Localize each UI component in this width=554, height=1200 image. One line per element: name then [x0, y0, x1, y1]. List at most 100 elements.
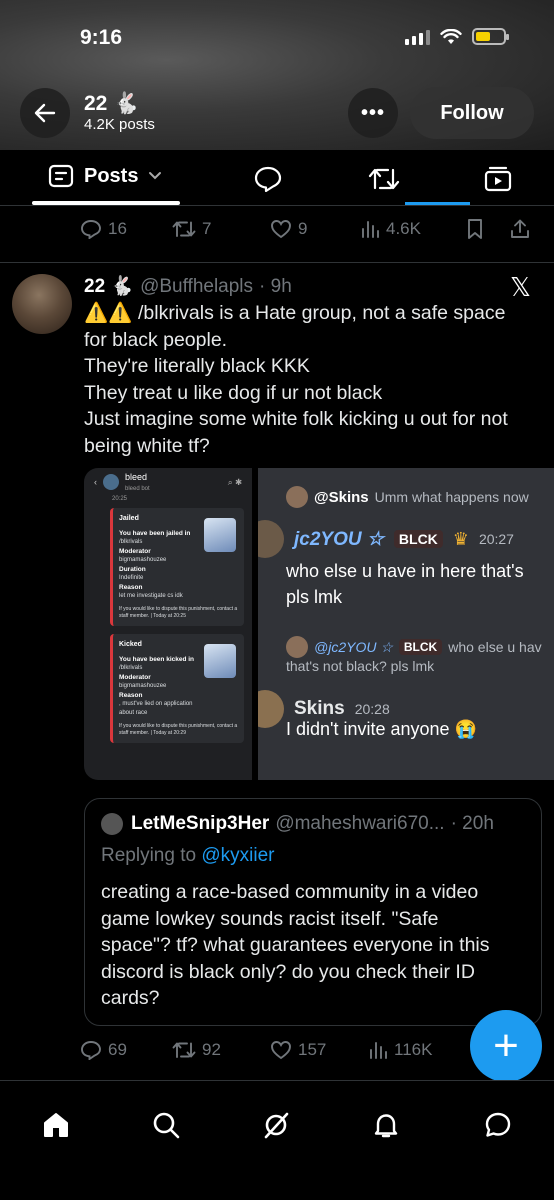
nav-messages[interactable] — [480, 1107, 516, 1143]
message-text: pls lmk — [286, 587, 343, 607]
nav-grok[interactable] — [258, 1107, 294, 1143]
nav-search[interactable] — [148, 1107, 184, 1143]
quoted-tweet[interactable]: LetMeSnip3Her @maheshwari670... · 20h Re… — [84, 798, 542, 1026]
repost-icon — [172, 1042, 196, 1058]
messages-icon — [485, 1112, 511, 1137]
more-options-button[interactable]: ••• — [348, 88, 398, 138]
heart-icon — [271, 1041, 291, 1060]
bot-name: bleed — [125, 472, 148, 482]
tab-media-icon[interactable] — [484, 166, 512, 192]
like-button[interactable]: 157 — [270, 1040, 368, 1060]
author-handle[interactable]: @Buffhelapls — [140, 276, 253, 298]
quote-replying-to: Replying to @kyxiier — [101, 845, 274, 867]
posts-filter-icon — [48, 164, 74, 188]
media-image-1[interactable]: ‹ bleed bleed bot ⌕ ✱ 20:25 Jailed You h… — [84, 468, 252, 780]
replying-prefix: Replying to — [101, 845, 197, 866]
reply-text: Umm what happens now — [374, 489, 529, 505]
tab-replies-icon[interactable] — [254, 166, 282, 192]
divider — [0, 262, 554, 263]
reply-user: @Skins — [314, 488, 369, 506]
repost-count: 7 — [202, 219, 212, 238]
embed-line: bigmamashouzee — [119, 557, 167, 563]
active-tab-indicator — [32, 201, 180, 205]
status-icons — [405, 28, 509, 45]
author-name[interactable]: 22 🐇 — [84, 274, 134, 298]
message-text: I didn't invite anyone 😭 — [286, 719, 477, 739]
quote-line: space"? tf? what guarantees everyone in … — [101, 934, 490, 956]
views-count: 4.6K — [386, 219, 421, 238]
nav-home[interactable] — [38, 1107, 74, 1143]
embed-thumbnail — [204, 644, 236, 678]
tweet-line: They treat u like dog if ur not black — [84, 381, 383, 404]
views-count: 116K — [394, 1040, 433, 1059]
embed-thumbnail — [204, 518, 236, 552]
quote-line: game lowkey sounds racist itself. "Safe — [101, 907, 439, 930]
message-avatar — [258, 520, 284, 558]
reply-icon — [81, 220, 101, 239]
home-icon — [44, 1113, 68, 1137]
bot-avatar — [103, 474, 119, 490]
follow-button[interactable]: Follow — [410, 87, 534, 139]
avatar[interactable] — [12, 274, 72, 334]
compose-button[interactable]: + — [470, 1010, 542, 1082]
embed-line: Indefinite — [119, 575, 144, 581]
tweet-header: 22 🐇 @Buffhelapls · 9h — [84, 274, 292, 298]
status-time: 9:16 — [80, 26, 123, 49]
role-badge: BLCK — [398, 639, 443, 655]
x-logo-icon: 𝕏 — [510, 272, 531, 302]
chevron-down-icon — [149, 172, 162, 180]
views-button[interactable]: 116K — [368, 1040, 474, 1060]
kicked-embed: Kicked You have been kicked in /blkrival… — [110, 634, 244, 743]
tweet-time: · 9h — [259, 276, 292, 297]
reply-avatar — [286, 636, 308, 658]
repost-button[interactable]: 7 — [172, 219, 270, 239]
tab-reposts-icon[interactable] — [368, 166, 400, 192]
like-button[interactable]: 9 — [270, 219, 360, 239]
tab-posts[interactable]: Posts — [48, 164, 162, 188]
like-count: 157 — [298, 1040, 327, 1059]
share-icon[interactable] — [510, 218, 530, 240]
embed-line: let me investigate cs idk — [119, 593, 183, 599]
tweet-line: being white tf? — [84, 434, 210, 457]
embed-line: , must've lied on application about race — [119, 701, 193, 716]
replying-to-link[interactable]: @kyxiier — [201, 845, 274, 866]
message-user: jc2YOU ☆ — [294, 528, 384, 550]
crown-icon: ♛ — [452, 528, 469, 549]
embed-footer: If you would like to dispute this punish… — [119, 606, 238, 619]
chat-reply-preview: @Skins Umm what happens now — [286, 486, 554, 508]
quote-time: · 20h — [450, 813, 494, 834]
back-button[interactable] — [20, 88, 70, 138]
tweet-line: for black people. — [84, 328, 228, 351]
views-button[interactable]: 4.6K — [360, 219, 466, 239]
embed-label: Reason — [119, 584, 143, 591]
tweet-line: Just imagine some white folk kicking u o… — [84, 408, 508, 430]
message-text: who else u have in here that's — [286, 561, 524, 581]
reply-count: 69 — [108, 1040, 127, 1059]
prev-tweet-actions: 16 7 9 4.6K — [80, 218, 540, 240]
views-icon — [370, 1042, 387, 1059]
search-icon — [153, 1112, 180, 1139]
repost-button[interactable]: 92 — [172, 1040, 270, 1060]
reply-button[interactable]: 16 — [80, 219, 172, 239]
embed-label: Reason — [119, 692, 143, 699]
reply-button[interactable]: 69 — [80, 1040, 172, 1060]
quote-line: discord is black only? do you check thei… — [101, 960, 475, 983]
profile-tabs: Posts — [0, 150, 554, 206]
battery-icon — [472, 28, 509, 45]
wifi-icon — [440, 28, 462, 44]
media-image-2[interactable]: @Skins Umm what happens now jc2YOU ☆ BLC… — [258, 468, 554, 780]
back-arrow-icon — [34, 103, 56, 123]
grok-icon — [264, 1112, 289, 1139]
tab-posts-label: Posts — [84, 164, 139, 187]
bookmark-icon[interactable] — [466, 218, 484, 240]
nav-notifications[interactable] — [368, 1107, 404, 1143]
reply-avatar — [286, 486, 308, 508]
embed-line: bigmamashouzee — [119, 683, 167, 689]
quote-avatar — [101, 813, 123, 835]
quote-text: creating a race-based community in a vid… — [101, 879, 521, 1012]
reply-text: that's not black? pls lmk — [286, 658, 435, 674]
jailed-embed: Jailed You have been jailed in /blkrival… — [110, 508, 244, 626]
views-icon — [362, 221, 379, 238]
quote-line: cards? — [101, 987, 160, 1009]
heart-icon — [271, 220, 291, 239]
